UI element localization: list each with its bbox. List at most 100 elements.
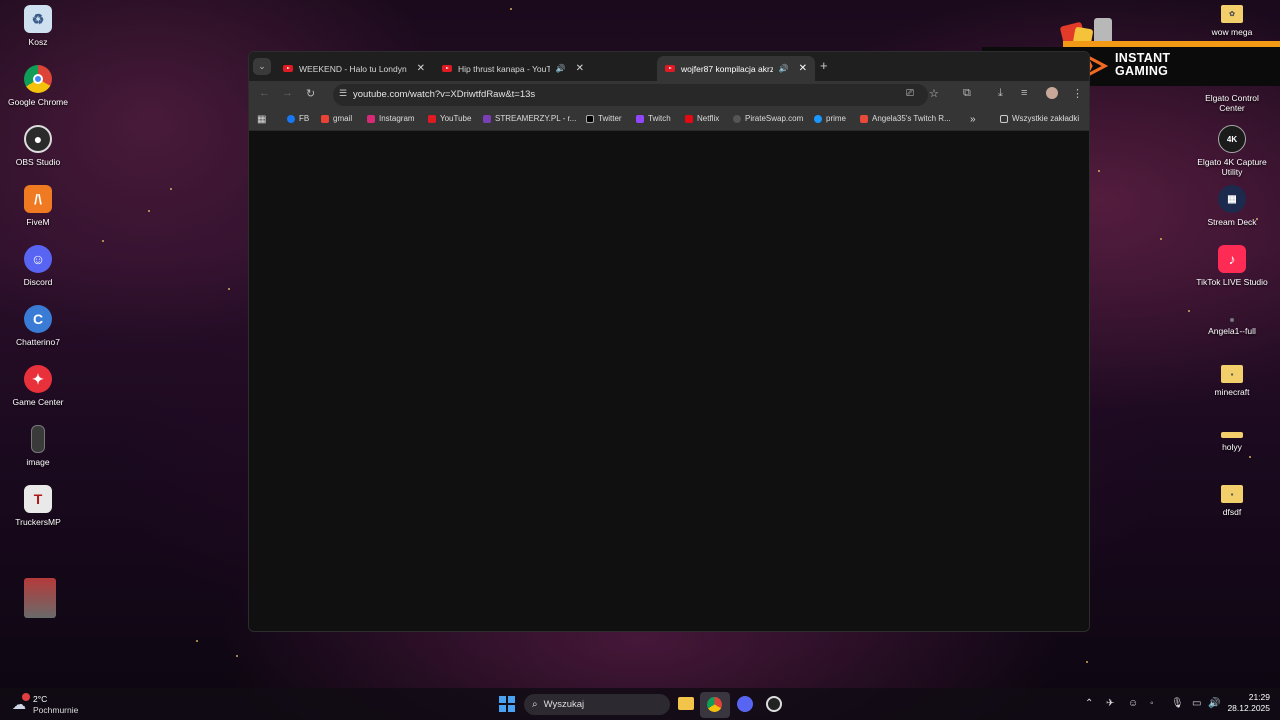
- weather-description: Pochmurnie: [33, 705, 79, 715]
- gmail-icon: [321, 114, 329, 123]
- desktop-icon-label: Elgato 4K Capture Utility: [1197, 157, 1267, 177]
- reload-icon[interactable]: ↻: [306, 87, 315, 100]
- bookmark-gmail[interactable]: gmail: [321, 114, 352, 123]
- desktop-icon-avatar-image[interactable]: [2, 578, 78, 618]
- desktop-icon-chrome[interactable]: Google Chrome: [0, 65, 76, 107]
- desktop-icon-discord[interactable]: ☺ Discord: [0, 245, 76, 287]
- instant-gaming-wordmark: INSTANT GAMING: [1115, 52, 1170, 78]
- desktop-icon-holyy[interactable]: holyy: [1194, 432, 1270, 452]
- desktop-icon-obs[interactable]: ● OBS Studio: [0, 125, 76, 167]
- clock-date: 28.12.2025: [1227, 703, 1270, 713]
- media-controls-icon[interactable]: ≡: [1021, 87, 1027, 99]
- bookmark-label: FB: [299, 114, 310, 123]
- speaker-icon[interactable]: 🔊: [779, 64, 789, 73]
- fivem-icon: /\: [24, 185, 52, 213]
- new-tab-button[interactable]: +: [820, 58, 828, 73]
- desktop-icon-chatterino[interactable]: C Chatterino7: [0, 305, 76, 347]
- show-hidden-icons[interactable]: ⌃: [1085, 698, 1093, 709]
- bookmark-angela35[interactable]: Angela35's Twitch R...: [860, 114, 951, 123]
- desktop-icon-label: FiveM: [26, 217, 50, 227]
- back-icon[interactable]: ←: [259, 87, 270, 99]
- desktop-icon-elgato-4k[interactable]: 4K Elgato 4K Capture Utility: [1194, 125, 1270, 177]
- weather-alert-badge: [22, 693, 30, 701]
- desktop-icon-recycle-bin[interactable]: ♻ Kosz: [0, 5, 76, 47]
- speaker-icon[interactable]: 🔊: [556, 64, 566, 73]
- desktop-icon-stream-deck[interactable]: ▦ Stream Deck: [1194, 185, 1270, 227]
- file-explorer-icon[interactable]: [678, 697, 694, 710]
- tab-title: WEEKEND - Halo tu Londyn (Of: [299, 63, 407, 74]
- profile-avatar[interactable]: [1046, 87, 1058, 99]
- bookmark-twitter[interactable]: Twitter: [586, 114, 622, 123]
- desktop-icon-minecraft[interactable]: ▪ minecraft: [1194, 365, 1270, 397]
- weather-widget[interactable]: ☁ 2°C Pochmurnie: [12, 692, 92, 716]
- bookmark-twitch[interactable]: Twitch: [636, 114, 671, 123]
- youtube-favicon-icon: [442, 65, 452, 72]
- desktop-icon-fivem[interactable]: /\ FiveM: [0, 185, 76, 227]
- tray-headset-icon[interactable]: ◦: [1150, 698, 1154, 709]
- streamerzy-icon: [483, 114, 491, 123]
- bookmark-prime[interactable]: prime: [814, 114, 846, 123]
- tray-discord-icon[interactable]: ☺: [1128, 698, 1138, 709]
- desktop-icon-label: dfsdf: [1222, 507, 1242, 517]
- desktop-icon-label: OBS Studio: [15, 157, 61, 167]
- all-bookmarks-label: Wszystkie zakładki: [1012, 114, 1080, 123]
- desktop-icon-truckersmp[interactable]: T TruckersMP: [0, 485, 76, 527]
- tab-hip-thrust[interactable]: Hip thrust kanapa - YouTube 🔊 ✕: [434, 56, 592, 81]
- bookmark-pirateswap[interactable]: PirateSwap.com: [733, 114, 803, 123]
- tab-wojfer87[interactable]: wojfer87 kompilacja akrzyki 🔊 ✕: [657, 56, 815, 81]
- desktop-icon-dfsdf[interactable]: ▪ dfsdf: [1194, 485, 1270, 517]
- desktop-icon-label: Chatterino7: [16, 337, 60, 347]
- forward-icon[interactable]: →: [282, 87, 293, 99]
- close-tab-icon[interactable]: ✕: [799, 63, 807, 74]
- toolbar: ← → ↻ ☰ youtube.com/watch?v=XDriwtfdRaw&…: [249, 81, 1089, 109]
- extensions-icon[interactable]: ⧉: [963, 87, 971, 100]
- bookmark-instagram[interactable]: Instagram: [367, 114, 415, 123]
- desktop-icon-image[interactable]: image: [0, 425, 76, 467]
- taskbar-chrome-icon[interactable]: [700, 692, 730, 718]
- desktop-icon-label: TruckersMP: [15, 517, 61, 527]
- bookmarks-bar: ▦ FB gmail Instagram YouTube STREAMERZY.…: [249, 109, 1089, 131]
- desktop-icon-label: Elgato Control Center: [1205, 93, 1259, 113]
- youtube-favicon-icon: [283, 65, 293, 72]
- network-icon[interactable]: ▭: [1192, 698, 1201, 709]
- bookmark-streamerzy[interactable]: STREAMERZY.PL - r...: [483, 114, 576, 123]
- all-bookmarks[interactable]: Wszystkie zakładki: [1000, 114, 1079, 123]
- taskbar-discord-icon[interactable]: [737, 696, 753, 712]
- bookmark-label: Twitch: [648, 114, 671, 123]
- weather-temp: 2°C: [33, 694, 48, 704]
- site-info-icon[interactable]: ☰: [339, 88, 347, 99]
- desktop-icon-game-center[interactable]: ✦ Game Center: [0, 365, 76, 407]
- close-tab-icon[interactable]: ✕: [576, 63, 584, 74]
- clock[interactable]: 21:29 28.12.2025: [1222, 692, 1270, 714]
- tray-app-icon[interactable]: ✈: [1106, 698, 1114, 709]
- bookmark-star-icon[interactable]: ☆: [929, 87, 939, 100]
- taskbar-search[interactable]: ⌕ Wyszukaj: [524, 694, 670, 715]
- bookmark-netflix[interactable]: Netflix: [685, 114, 719, 123]
- download-icon[interactable]: ⤓: [998, 87, 1003, 100]
- tab-search-button[interactable]: ⌄: [253, 58, 271, 75]
- youtube-icon: [428, 114, 436, 123]
- address-bar[interactable]: ☰ youtube.com/watch?v=XDriwtfdRaw&t=13s …: [333, 84, 939, 106]
- microphone-icon[interactable]: 🎙: [1171, 698, 1184, 709]
- youtube-favicon-icon: [665, 65, 675, 72]
- recycle-bin-icon: ♻: [24, 5, 52, 33]
- install-app-icon[interactable]: ⎚: [906, 88, 914, 99]
- desktop-icon-elgato-control[interactable]: Elgato Control Center: [1194, 89, 1270, 113]
- desktop-icon-label: TikTok LIVE Studio: [1196, 277, 1268, 287]
- bookmark-fb[interactable]: FB: [287, 114, 309, 123]
- volume-icon[interactable]: 🔊: [1208, 698, 1220, 709]
- avatar-thumbnail-icon: [24, 578, 56, 618]
- bookmark-label: Angela35's Twitch R...: [872, 114, 951, 123]
- tab-weekend[interactable]: WEEKEND - Halo tu Londyn (Of ✕: [275, 56, 433, 81]
- bookmark-youtube[interactable]: YouTube: [428, 114, 471, 123]
- page-content[interactable]: [249, 132, 1089, 631]
- apps-grid-icon[interactable]: ▦: [257, 114, 266, 125]
- desktop-icon-tiktok-live[interactable]: ♪ TikTok LIVE Studio: [1194, 245, 1270, 287]
- more-bookmarks-icon[interactable]: »: [970, 114, 976, 125]
- taskbar-obs-icon[interactable]: [766, 696, 782, 712]
- menu-icon[interactable]: ⋮: [1072, 87, 1083, 100]
- bookmark-label: prime: [826, 114, 847, 123]
- start-button[interactable]: [499, 696, 515, 712]
- desktop-icon-angela1[interactable]: Angela1--full: [1194, 318, 1270, 336]
- close-tab-icon[interactable]: ✕: [417, 63, 425, 74]
